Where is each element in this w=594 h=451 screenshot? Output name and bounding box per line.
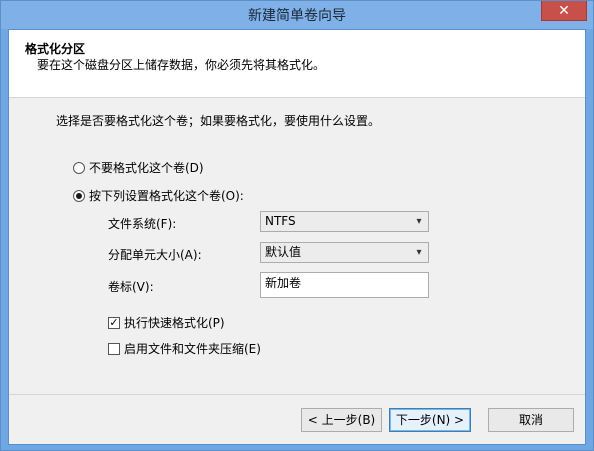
volume-label-label: 卷标(V): xyxy=(108,280,154,294)
footer-divider xyxy=(9,394,585,395)
filesystem-label: 文件系统(F): xyxy=(108,217,177,231)
chevron-down-icon: ▾ xyxy=(416,216,422,227)
alloc-size-value: 默认值 xyxy=(265,245,302,259)
back-button[interactable]: < 上一步(B) xyxy=(301,408,382,432)
filesystem-select[interactable]: NTFS ▾ xyxy=(260,211,429,232)
volume-label-input[interactable]: 新加卷 xyxy=(260,272,429,298)
wizard-window: 新建简单卷向导 ✕ 格式化分区 要在这个磁盘分区上储存数据，你必须先将其格式化。… xyxy=(0,0,594,451)
close-icon: ✕ xyxy=(558,3,570,19)
radio-button[interactable] xyxy=(73,189,85,202)
compression-option[interactable]: 启用文件和文件夹压缩(E) xyxy=(108,340,261,357)
quick-format-option[interactable]: ✓ 执行快速格式化(P) xyxy=(108,314,225,331)
radio-no-format[interactable]: 不要格式化这个卷(D) xyxy=(73,159,204,176)
wizard-header: 格式化分区 要在这个磁盘分区上储存数据，你必须先将其格式化。 xyxy=(9,30,585,98)
filesystem-value: NTFS xyxy=(265,214,296,228)
radio-button[interactable] xyxy=(73,161,85,174)
alloc-size-select[interactable]: 默认值 ▾ xyxy=(260,242,429,263)
quick-format-label: 执行快速格式化(P) xyxy=(124,316,225,330)
intro-text: 选择是否要格式化这个卷；如果要格式化，要使用什么设置。 xyxy=(56,114,381,128)
window-title: 新建简单卷向导 xyxy=(248,8,346,24)
wizard-body: 格式化分区 要在这个磁盘分区上储存数据，你必须先将其格式化。 选择是否要格式化这… xyxy=(8,29,586,445)
page-title: 格式化分区 xyxy=(25,42,86,56)
radio-no-format-label: 不要格式化这个卷(D) xyxy=(89,161,204,175)
compression-checkbox[interactable] xyxy=(108,342,120,355)
title-bar[interactable]: 新建简单卷向导 ✕ xyxy=(1,1,593,29)
quick-format-checkbox[interactable]: ✓ xyxy=(108,316,120,329)
next-button[interactable]: 下一步(N) > xyxy=(389,408,471,432)
compression-label: 启用文件和文件夹压缩(E) xyxy=(124,342,261,356)
radio-format-label: 按下列设置格式化这个卷(O): xyxy=(89,189,244,203)
page-subtitle: 要在这个磁盘分区上储存数据，你必须先将其格式化。 xyxy=(37,58,326,72)
chevron-down-icon: ▾ xyxy=(416,247,422,258)
radio-format[interactable]: 按下列设置格式化这个卷(O): xyxy=(73,187,244,204)
cancel-button[interactable]: 取消 xyxy=(488,408,574,432)
alloc-size-label: 分配单元大小(A): xyxy=(108,248,202,262)
close-button[interactable]: ✕ xyxy=(541,1,587,21)
